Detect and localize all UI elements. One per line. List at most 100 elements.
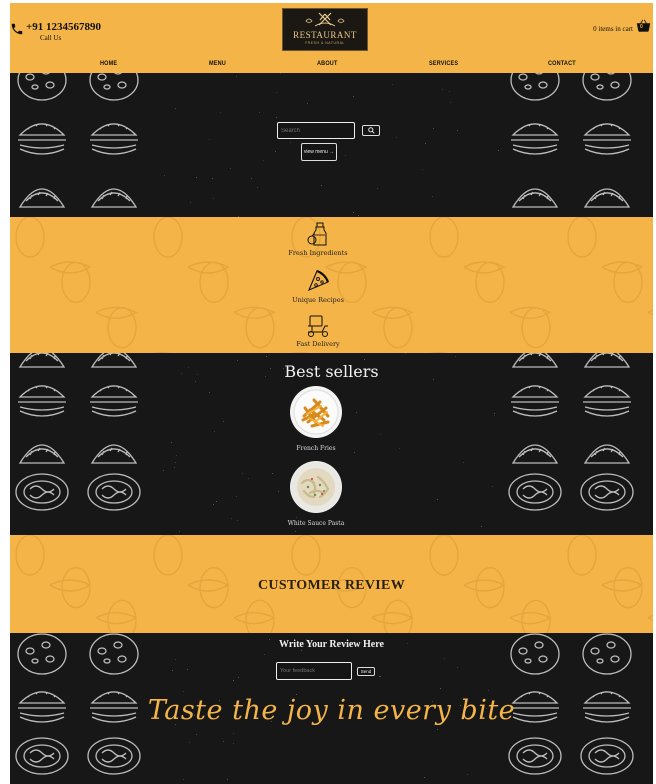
background-speck — [223, 741, 224, 742]
burger-doodle-icon — [505, 375, 565, 425]
best-sellers-title: Best sellers — [10, 362, 653, 381]
pizza-doodle-icon — [12, 73, 72, 105]
background-speck — [450, 102, 451, 103]
background-speck — [175, 462, 176, 463]
background-speck — [230, 168, 231, 169]
background-speck — [257, 187, 258, 188]
write-review-title: Write Your Review Here — [10, 639, 653, 650]
bowl-doodle-icon — [577, 467, 637, 517]
background-speck — [492, 486, 493, 487]
background-speck — [432, 196, 433, 197]
phone-icon — [10, 22, 24, 36]
phone-contact[interactable]: +91 1234567890 Call Us — [10, 21, 101, 42]
search-button[interactable] — [362, 125, 380, 136]
nav-menu[interactable]: MENU — [209, 60, 226, 67]
background-speck — [251, 178, 252, 179]
background-speck — [494, 413, 495, 414]
background-speck — [164, 175, 165, 176]
background-speck — [187, 669, 188, 670]
food-doodle-column — [10, 73, 150, 217]
chef-utensils-logo-icon — [301, 11, 349, 29]
background-speck — [433, 128, 434, 129]
background-speck — [345, 155, 346, 156]
pizza-doodle-icon — [577, 73, 637, 105]
background-speck — [449, 91, 450, 92]
nav-contact[interactable]: CONTACT — [548, 60, 576, 67]
taco-doodle-icon — [577, 169, 637, 217]
background-speck — [488, 690, 489, 691]
background-speck — [190, 202, 191, 203]
nav-home[interactable]: HOME — [100, 60, 117, 67]
dish-card[interactable]: White Sauce Pasta — [216, 461, 416, 527]
phone-caption: Call Us — [40, 34, 101, 42]
bowl-doodle-icon — [12, 467, 72, 517]
bowl-doodle-icon — [12, 731, 72, 781]
logo-title: RESTAURANT — [283, 30, 367, 40]
burger-doodle-icon — [577, 375, 637, 425]
background-speck — [196, 177, 197, 178]
background-speck — [457, 667, 458, 668]
background-speck — [467, 774, 468, 775]
background-speck — [233, 680, 234, 681]
basket-icon: 0 — [636, 18, 651, 33]
background-speck — [364, 359, 365, 360]
logo-tagline: FRESH & NATURAL — [283, 41, 367, 45]
bowl-doodle-icon — [84, 731, 144, 781]
feature-label: Unique Recipes — [218, 296, 418, 304]
feature-fresh-ingredients: Fresh Ingredients — [218, 221, 418, 257]
view-menu-button[interactable]: view menu → — [301, 143, 337, 161]
background-speck — [236, 76, 237, 77]
burger-doodle-icon — [12, 113, 72, 163]
restaurant-logo[interactable]: RESTAURANT FRESH & NATURAL — [282, 8, 368, 51]
background-speck — [494, 415, 495, 416]
background-speck — [209, 139, 210, 140]
pizza-slice-icon — [305, 268, 331, 294]
background-speck — [425, 143, 426, 144]
background-speck — [171, 442, 172, 443]
search-input[interactable] — [277, 122, 355, 139]
background-speck — [455, 356, 456, 357]
dish-card[interactable]: French Fries — [216, 386, 416, 452]
background-speck — [264, 654, 265, 655]
cart-text: 0 items in cart — [593, 25, 633, 33]
background-speck — [179, 531, 180, 532]
background-speck — [176, 455, 177, 456]
background-speck — [213, 198, 214, 199]
bowl-doodle-icon — [505, 731, 565, 781]
page: +91 1234567890 Call Us RESTAURANT FRESH … — [10, 3, 653, 784]
background-speck — [457, 130, 458, 131]
feedback-input[interactable] — [276, 662, 352, 680]
background-speck — [238, 677, 239, 678]
background-speck — [220, 112, 221, 113]
site-header: +91 1234567890 Call Us RESTAURANT FRESH … — [10, 3, 653, 73]
background-speck — [437, 729, 438, 730]
cart-count: 0 — [640, 24, 643, 30]
tagline: Taste the joy in every bite — [10, 695, 653, 726]
burger-doodle-icon — [577, 113, 637, 163]
background-speck — [163, 470, 164, 471]
white-sauce-pasta-image — [290, 461, 342, 513]
background-speck — [307, 103, 308, 104]
pizza-doodle-icon — [84, 73, 144, 105]
send-button[interactable]: Send — [357, 667, 375, 676]
nav-about[interactable]: ABOUT — [317, 60, 337, 67]
ingredients-icon — [305, 221, 331, 247]
bowl-doodle-icon — [84, 467, 144, 517]
pizza-doodle-icon — [505, 73, 565, 105]
burger-doodle-icon — [505, 113, 565, 163]
background-speck — [212, 178, 213, 179]
background-speck — [290, 142, 291, 143]
french-fries-image — [290, 386, 342, 438]
background-speck — [276, 92, 277, 93]
food-doodle-column — [503, 73, 643, 217]
cart-summary[interactable]: 0 items in cart 0 — [593, 18, 651, 33]
customer-review-title: CUSTOMER REVIEW — [10, 578, 653, 594]
dish-name: French Fries — [216, 445, 416, 452]
taco-doodle-icon — [505, 169, 565, 217]
dish-name: White Sauce Pasta — [216, 520, 416, 527]
nav-services[interactable]: SERVICES — [429, 60, 458, 67]
background-speck — [233, 733, 234, 734]
background-speck — [259, 112, 260, 113]
background-speck — [353, 96, 354, 97]
background-speck — [175, 108, 176, 109]
